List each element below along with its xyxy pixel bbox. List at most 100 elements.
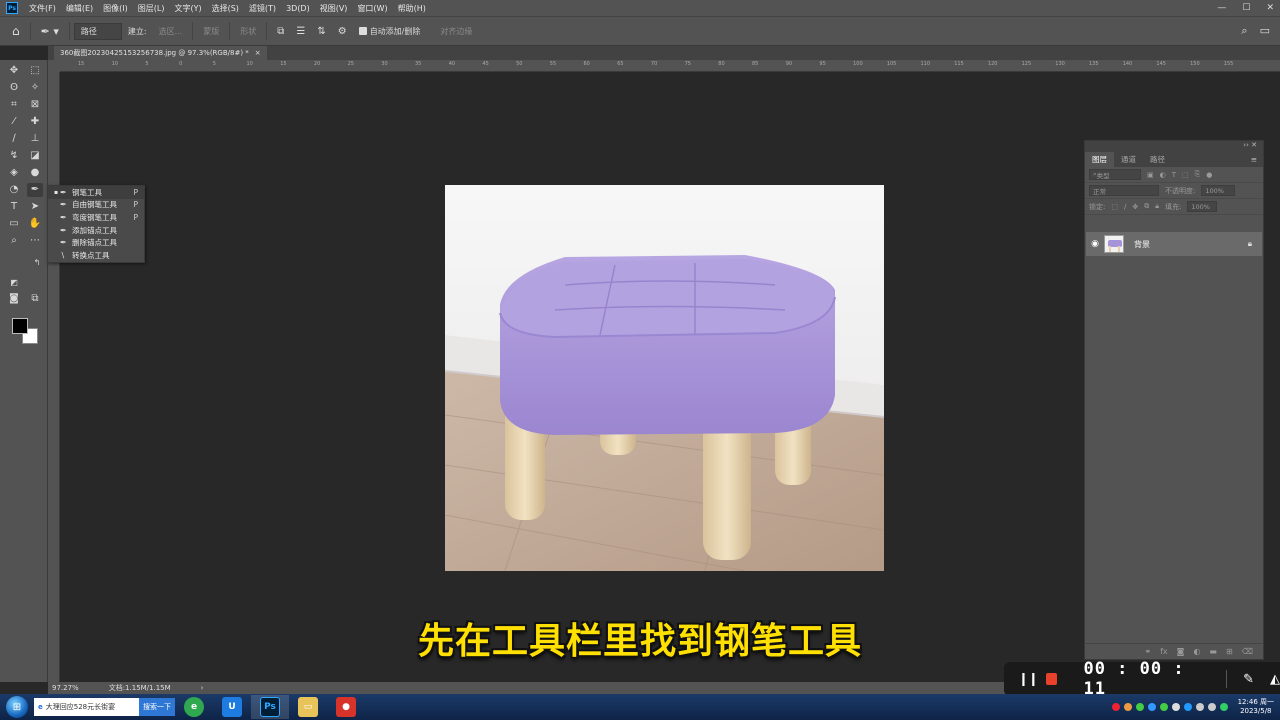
filter-type-icon[interactable]: T	[1172, 171, 1176, 179]
system-clock[interactable]: 12:46 周一 2023/5/8	[1238, 698, 1274, 716]
menu-image[interactable]: 图像(I)	[98, 3, 133, 14]
blur-tool-icon[interactable]: ●	[27, 166, 43, 180]
type-tool-icon[interactable]: T	[6, 200, 22, 214]
filter-toggle-icon[interactable]: ●	[1206, 171, 1212, 179]
taskbar-search-box[interactable]: e 大理回应528元长街宴	[34, 698, 139, 716]
tray-app-icon[interactable]	[1147, 703, 1156, 711]
vertical-ruler[interactable]	[48, 72, 60, 682]
tray-app-icon[interactable]	[1123, 703, 1132, 711]
filter-pixel-icon[interactable]: ▣	[1147, 171, 1154, 179]
default-colors-icon[interactable]: ◩	[6, 276, 22, 290]
status-menu-arrow-icon[interactable]: ›	[201, 684, 204, 692]
layer-filter-kind-select[interactable]: ⌕ 类型	[1089, 169, 1141, 180]
pause-icon[interactable]: ❙❙	[1018, 672, 1039, 687]
tab-channels[interactable]: 通道	[1114, 152, 1143, 167]
panel-menu-icon[interactable]: ≡	[1251, 155, 1263, 164]
search-button[interactable]: 搜索一下	[139, 698, 175, 716]
menu-select[interactable]: 选择(S)	[207, 3, 244, 14]
dodge-tool-icon[interactable]: ◔	[6, 183, 22, 197]
lock-position-icon[interactable]: ✥	[1132, 203, 1138, 211]
menu-help[interactable]: 帮助(H)	[393, 3, 431, 14]
lock-pixels-icon[interactable]: ⬚	[1111, 203, 1118, 211]
flyout-item-pen-tool[interactable]: ▪ ✒ 钢笔工具 P	[48, 186, 144, 199]
menu-filter[interactable]: 滤镜(T)	[244, 3, 281, 14]
paint-bucket-tool-icon[interactable]: ◈	[6, 166, 22, 180]
foreground-color-swatch[interactable]	[12, 318, 28, 334]
flyout-item-add-anchor-point-tool[interactable]: ✒ 添加锚点工具	[48, 224, 144, 237]
path-arrangement-icon[interactable]: ⇅	[311, 26, 331, 37]
tray-app-icon[interactable]	[1171, 703, 1180, 711]
zoom-level[interactable]: 97.27%	[52, 684, 79, 692]
document-image[interactable]	[445, 185, 884, 571]
align-edges-checkbox[interactable]: 对齐边缘	[434, 26, 478, 37]
lasso-tool-icon[interactable]: ʘ	[6, 81, 22, 95]
menu-window[interactable]: 窗口(W)	[352, 3, 392, 14]
workspace-icon[interactable]: ▭	[1260, 24, 1270, 38]
menu-3d[interactable]: 3D(D)	[281, 4, 315, 13]
clone-stamp-tool-icon[interactable]: ⊥	[27, 132, 43, 146]
lock-paint-icon[interactable]: ∕	[1124, 203, 1126, 211]
document-tab[interactable]: 360截图20230425153256738.jpg @ 97.3%(RGB/8…	[54, 46, 267, 60]
taskbar-app-photoshop[interactable]: Ps	[251, 695, 289, 719]
maximize-button[interactable]: ☐	[1242, 3, 1250, 13]
tray-app-icon[interactable]	[1219, 703, 1228, 711]
eyedropper-tool-icon[interactable]: ⁄	[6, 115, 22, 129]
taskbar-app-shield[interactable]: U	[213, 695, 251, 719]
eraser-tool-icon[interactable]: ◪	[27, 149, 43, 163]
taskbar-app-recorder[interactable]: ●	[327, 695, 365, 719]
frame-tool-icon[interactable]: ⊠	[27, 98, 43, 112]
pen-mode-select[interactable]: 路径	[73, 22, 122, 40]
close-tab-icon[interactable]: ×	[255, 49, 261, 57]
pen-preset-icon[interactable]: ✒ ▾	[35, 25, 65, 38]
menu-view[interactable]: 视图(V)	[315, 3, 353, 14]
lock-artboard-icon[interactable]: ⧉	[1144, 202, 1149, 211]
more-tools-icon[interactable]: ⋯	[27, 234, 43, 248]
zoom-tool-icon[interactable]: ⌕	[6, 234, 22, 248]
swap-colors-icon[interactable]: ↰	[29, 256, 45, 270]
volume-icon[interactable]	[1207, 703, 1216, 711]
layer-row-background[interactable]: ◉ 背景 🔒︎	[1086, 232, 1262, 256]
filter-smart-object-icon[interactable]: ⎘	[1195, 170, 1201, 179]
crop-tool-icon[interactable]: ⌗	[6, 98, 22, 112]
network-icon[interactable]	[1195, 703, 1204, 711]
flyout-item-freeform-pen-tool[interactable]: ✒ 自由钢笔工具 P	[48, 199, 144, 212]
make-shape-button[interactable]: 形状	[234, 26, 262, 37]
healing-brush-tool-icon[interactable]: ✚	[27, 115, 43, 129]
filter-adjustment-icon[interactable]: ◐	[1160, 171, 1166, 179]
stop-icon[interactable]	[1046, 673, 1058, 685]
screen-mode-icon[interactable]: ⧉	[27, 292, 43, 306]
history-brush-tool-icon[interactable]: ↯	[6, 149, 22, 163]
path-selection-tool-icon[interactable]: ➤	[27, 200, 43, 214]
windows-start-icon[interactable]: ⊞	[6, 696, 28, 718]
filter-shape-icon[interactable]: ⬚	[1182, 171, 1189, 179]
lock-all-icon[interactable]: 🔒︎	[1155, 202, 1159, 211]
minimize-button[interactable]: —	[1217, 3, 1226, 13]
hand-tool-icon[interactable]: ✋	[27, 217, 43, 231]
bluetooth-icon[interactable]	[1183, 703, 1192, 711]
tray-wechat-icon[interactable]	[1159, 703, 1168, 711]
make-selection-button[interactable]: 选区...	[153, 26, 189, 37]
tab-layers[interactable]: 图层	[1085, 152, 1114, 167]
blend-mode-select[interactable]: 正常	[1089, 185, 1159, 196]
panel-collapse-icon[interactable]: ›› ✕	[1085, 141, 1263, 152]
rectangle-tool-icon[interactable]: ▭	[6, 217, 22, 231]
tray-app-icon[interactable]	[1135, 703, 1144, 711]
flyout-item-convert-point-tool[interactable]: ∖ 转换点工具	[48, 249, 144, 262]
taskbar-app-360-browser[interactable]: e	[175, 695, 213, 719]
search-icon[interactable]: ⌕	[1241, 24, 1247, 38]
menu-file[interactable]: 文件(F)	[24, 3, 61, 14]
flyout-item-curvature-pen-tool[interactable]: ✒ 弯度钢笔工具 P	[48, 211, 144, 224]
menu-edit[interactable]: 编辑(E)	[61, 3, 98, 14]
make-mask-button[interactable]: 蒙版	[197, 26, 225, 37]
path-alignment-icon[interactable]: ☰	[290, 26, 311, 37]
opacity-input[interactable]: 100%	[1201, 185, 1236, 196]
pen-tool-icon[interactable]: ✒	[27, 183, 43, 197]
pen-annotate-icon[interactable]: ✎	[1243, 672, 1254, 687]
menu-layer[interactable]: 图层(L)	[133, 3, 170, 14]
flyout-item-delete-anchor-point-tool[interactable]: ✒ 删除锚点工具	[48, 236, 144, 249]
brush-tool-icon[interactable]: ∕	[6, 132, 22, 146]
visibility-eye-icon[interactable]: ◉	[1086, 239, 1104, 249]
quick-mask-icon[interactable]: ◙	[6, 292, 22, 306]
fill-input[interactable]: 100%	[1187, 201, 1218, 212]
move-tool-icon[interactable]: ✥	[6, 64, 22, 78]
